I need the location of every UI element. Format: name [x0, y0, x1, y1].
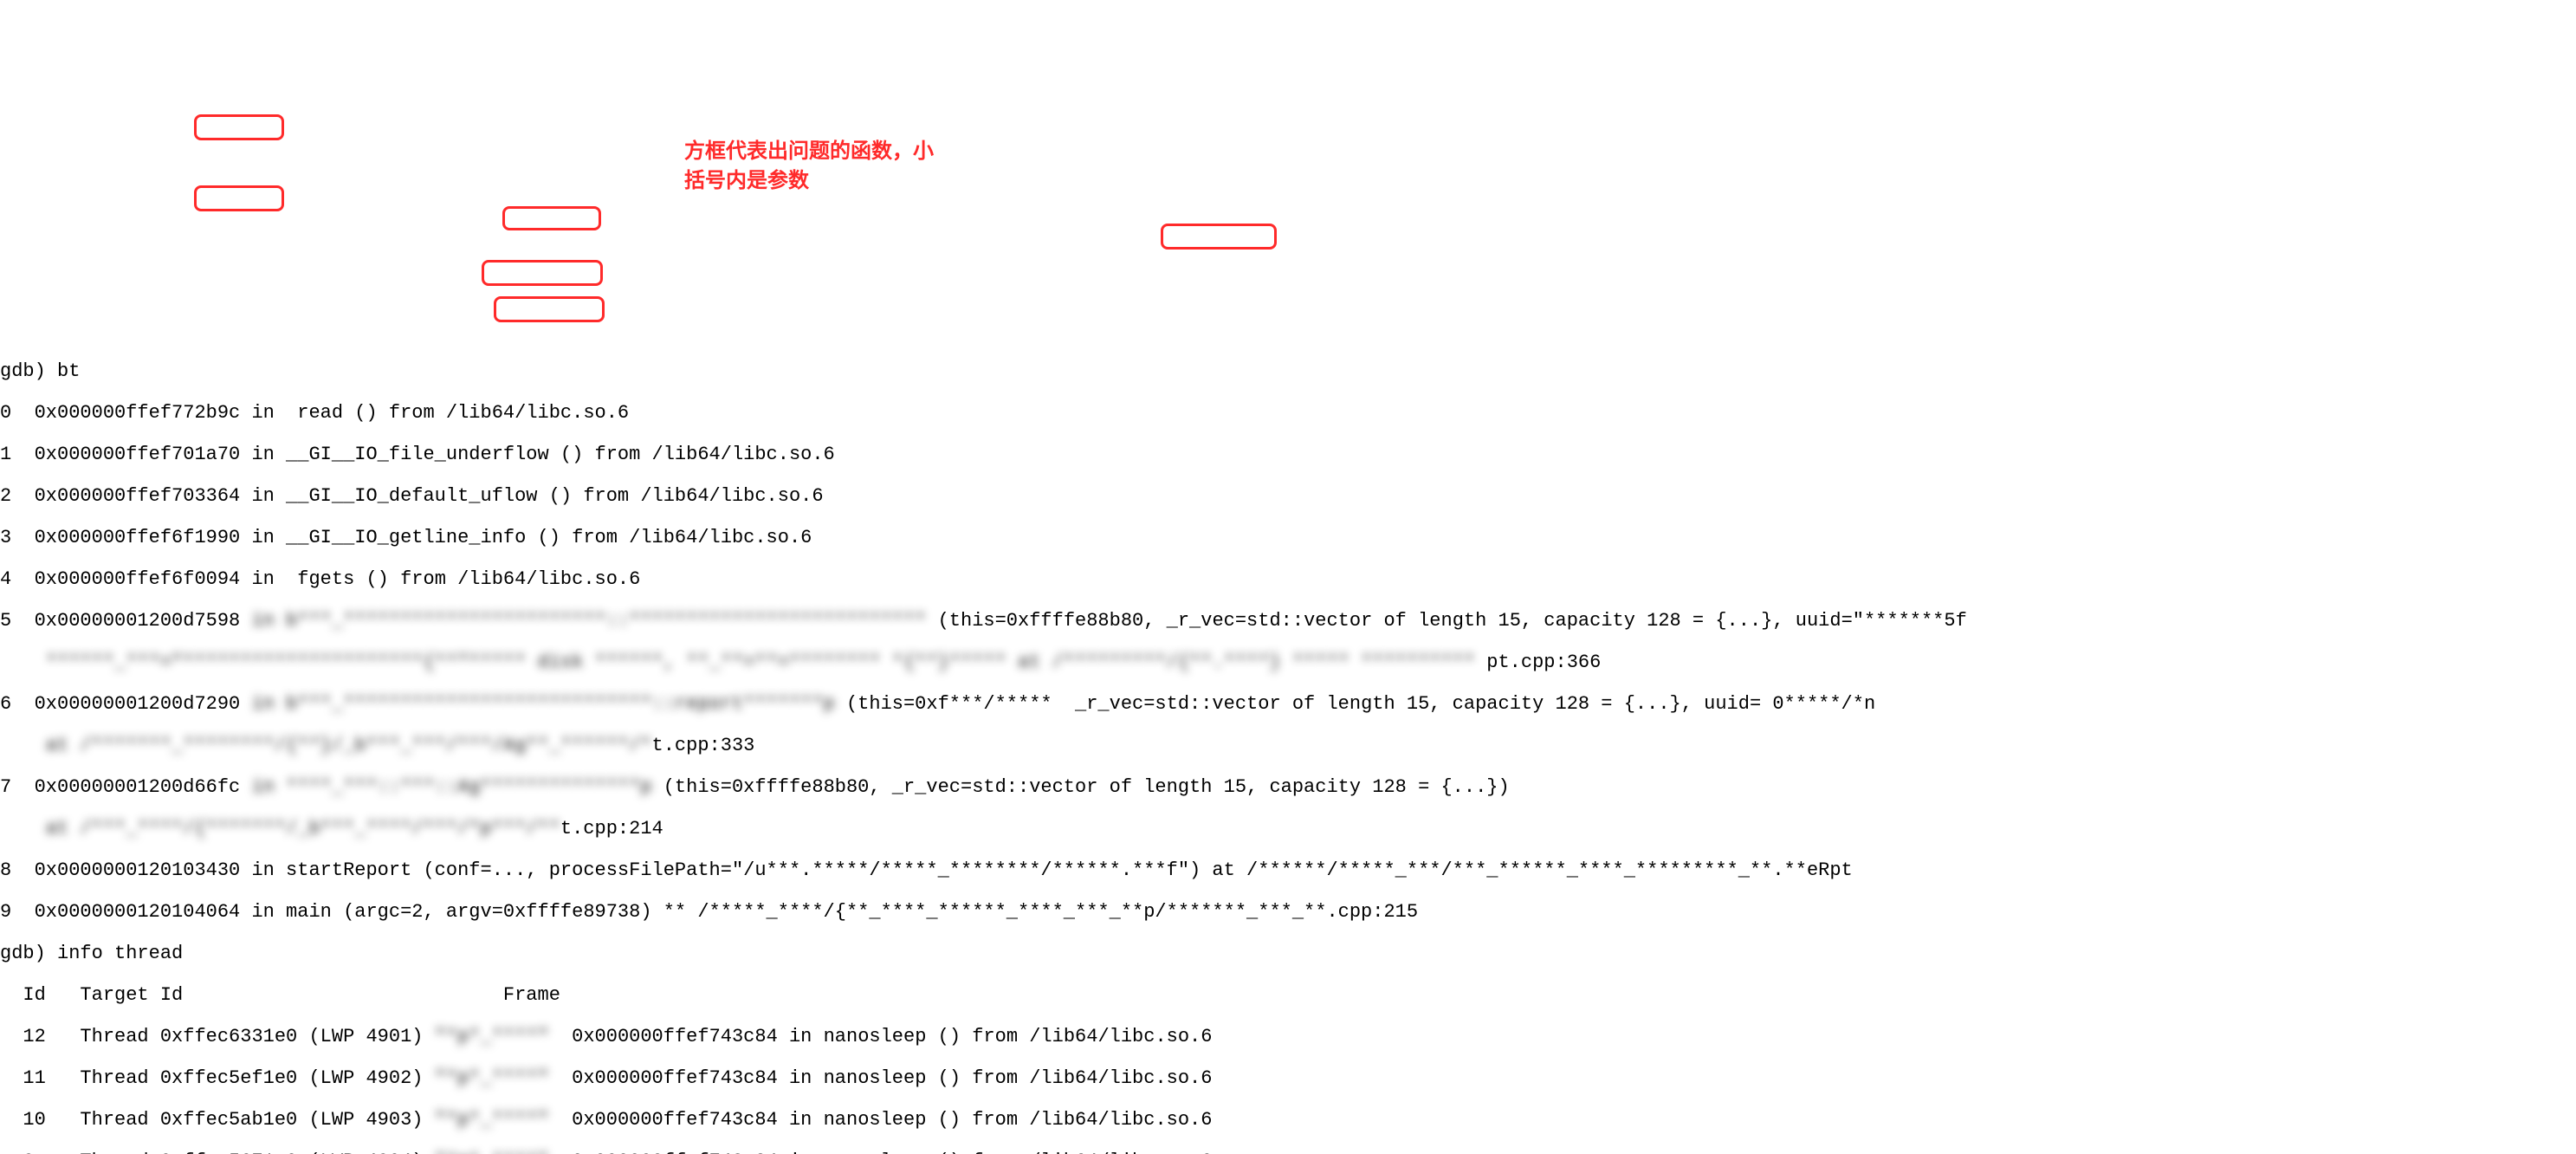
frame-2: 2 0x000000ffef703364 in __GI__IO_default… [0, 487, 2576, 509]
frame-3: 3 0x000000ffef6f1990 in __GI__IO_getline… [0, 528, 2576, 551]
thread-row: 9 Thread 0xffec5671e0 (LWP 4904) "*p*_**… [0, 1152, 2576, 1154]
frame-7-cont: at /***_****/{*******/_b***_****/***/*p*… [0, 820, 2576, 842]
thread-row: 10 Thread 0xffec5ab1e0 (LWP 4903) "*p*_*… [0, 1111, 2576, 1133]
terminal-view: 方框代表出问题的函数，小 括号内是参数 gdb) bt 0 0x000000ff… [0, 95, 2576, 1059]
frame-7: 7 0x00000001200d66fc in ****_***::***::A… [0, 778, 2576, 801]
annotation-line-1: 方框代表出问题的函数，小 [684, 139, 934, 163]
frame-0: 0 0x000000ffef772b9c in read () from /li… [0, 404, 2576, 426]
frame-6-cont: at /*******_********/{**}/_b***_***/***/… [0, 736, 2576, 759]
frame-9: 9 0x0000000120104064 in main (argc=2, ar… [0, 903, 2576, 925]
highlight-cpp366 [1161, 224, 1277, 250]
annotation-line-2: 括号内是参数 [684, 169, 809, 192]
frame-4: 4 0x000000ffef6f0094 in fgets () from /l… [0, 570, 2576, 593]
thread-row: 11 Thread 0xffec5ef1e0 (LWP 4902) "*p*_*… [0, 1069, 2576, 1092]
highlight-read [194, 114, 284, 140]
annotation-text: 方框代表出问题的函数，小 括号内是参数 [684, 137, 961, 195]
frame-8: 8 0x0000000120103430 in startReport (con… [0, 861, 2576, 884]
frame-5: 5 0x00000001200d7598 in b***_***********… [0, 612, 2576, 634]
highlight-cpp333 [482, 260, 603, 286]
highlight-fgets [194, 185, 284, 211]
gdb-prompt-bt: gdb) bt [0, 362, 2576, 385]
frame-6: 6 0x00000001200d7290 in b***_***********… [0, 695, 2576, 717]
thread-header: Id Target Id Frame [0, 986, 2576, 1008]
frame-1: 1 0x000000ffef701a70 in __GI__IO_file_un… [0, 445, 2576, 468]
frame-5-cont: ******_***="*********************{**"***… [0, 653, 2576, 676]
highlight-cpp214 [494, 296, 605, 322]
gdb-prompt-info: gdb) info thread [0, 944, 2576, 967]
highlight-func5 [502, 206, 601, 230]
thread-row: 12 Thread 0xffec6331e0 (LWP 4901) "*p*_*… [0, 1028, 2576, 1050]
